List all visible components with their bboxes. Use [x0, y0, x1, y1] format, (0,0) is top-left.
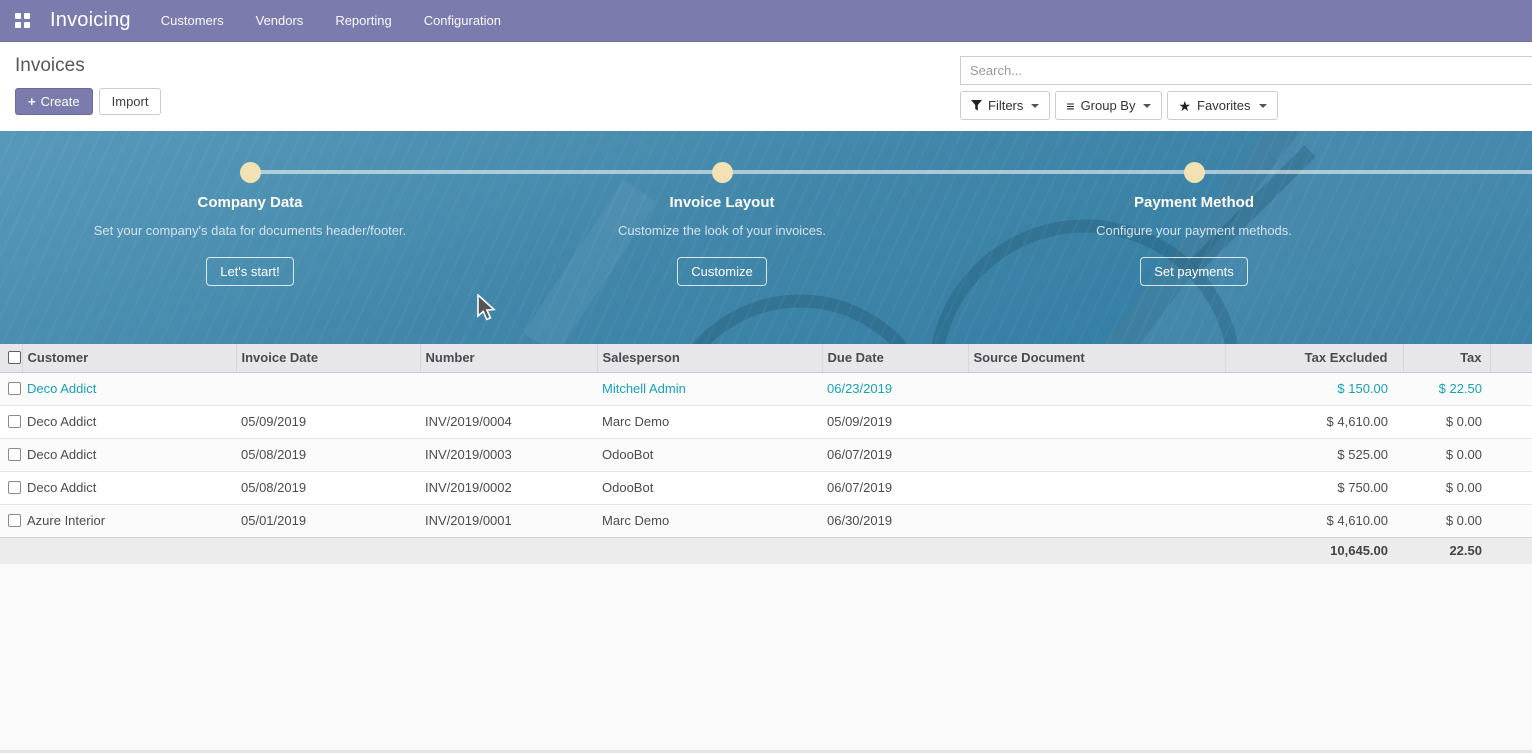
- lets-start-button[interactable]: Let's start!: [206, 257, 294, 286]
- col-header-source-document[interactable]: Source Document: [968, 344, 1225, 372]
- step-title: Company Data: [80, 194, 420, 211]
- table-row[interactable]: Deco Addict Mitchell Admin 06/23/2019 $ …: [0, 372, 1532, 405]
- onboarding-step-invoice-layout: Invoice Layout Customize the look of you…: [552, 194, 892, 286]
- onboarding-step-company-data: Company Data Set your company's data for…: [80, 194, 420, 286]
- col-header-salesperson[interactable]: Salesperson: [597, 344, 822, 372]
- search-input[interactable]: [960, 56, 1532, 85]
- caret-down-icon: [1143, 104, 1151, 108]
- step-title: Invoice Layout: [552, 194, 892, 211]
- step-dot-company-data: [240, 162, 261, 183]
- top-navbar: Invoicing Customers Vendors Reporting Co…: [0, 0, 1532, 42]
- step-title: Payment Method: [1024, 194, 1364, 211]
- invoices-table: Customer Invoice Date Number Salesperson…: [0, 344, 1532, 564]
- menu-customers[interactable]: Customers: [145, 0, 240, 41]
- menu-configuration[interactable]: Configuration: [408, 0, 517, 41]
- row-checkbox[interactable]: [8, 514, 21, 527]
- col-header-number[interactable]: Number: [420, 344, 597, 372]
- filters-button[interactable]: Filters: [960, 91, 1050, 120]
- favorites-button[interactable]: ★ Favorites: [1167, 91, 1277, 120]
- row-checkbox[interactable]: [8, 382, 21, 395]
- onboarding-step-payment-method: Payment Method Configure your payment me…: [1024, 194, 1364, 286]
- funnel-icon: [971, 100, 982, 111]
- apps-grid-icon[interactable]: [15, 13, 30, 28]
- invoicing-app: Invoicing Customers Vendors Reporting Co…: [0, 0, 1532, 753]
- group-by-icon: ≡: [1066, 99, 1074, 113]
- col-header-spacer: [1490, 344, 1532, 372]
- step-description: Set your company's data for documents he…: [80, 221, 420, 240]
- onboarding-progress-line: [250, 170, 1532, 174]
- caret-down-icon: [1259, 104, 1267, 108]
- import-button[interactable]: Import: [99, 88, 162, 115]
- onboarding-banner: Company Data Set your company's data for…: [0, 131, 1532, 344]
- col-header-tax[interactable]: Tax: [1403, 344, 1490, 372]
- plus-icon: +: [28, 94, 36, 109]
- step-dot-invoice-layout: [712, 162, 733, 183]
- table-row[interactable]: Azure Interior05/01/2019 INV/2019/0001Ma…: [0, 504, 1532, 537]
- menu-reporting[interactable]: Reporting: [319, 0, 407, 41]
- caret-down-icon: [1031, 104, 1039, 108]
- step-dot-payment-method: [1184, 162, 1205, 183]
- table-header-row: Customer Invoice Date Number Salesperson…: [0, 344, 1532, 372]
- row-checkbox[interactable]: [8, 481, 21, 494]
- control-panel: Invoices +Create Import Filters ≡ Group …: [0, 42, 1532, 131]
- col-header-tax-excluded[interactable]: Tax Excluded: [1225, 344, 1403, 372]
- page-title: Invoices: [15, 55, 161, 77]
- app-brand[interactable]: Invoicing: [50, 9, 131, 32]
- navbar-menu: Customers Vendors Reporting Configuratio…: [145, 0, 517, 41]
- table-row[interactable]: Deco Addict05/08/2019 INV/2019/0002OdooB…: [0, 471, 1532, 504]
- col-header-invoice-date[interactable]: Invoice Date: [236, 344, 420, 372]
- set-payments-button[interactable]: Set payments: [1140, 257, 1248, 286]
- row-checkbox[interactable]: [8, 415, 21, 428]
- star-icon: ★: [1178, 99, 1191, 113]
- col-header-due-date[interactable]: Due Date: [822, 344, 968, 372]
- step-description: Configure your payment methods.: [1024, 221, 1364, 240]
- table-row[interactable]: Deco Addict05/09/2019 INV/2019/0004Marc …: [0, 405, 1532, 438]
- table-totals-row: 10,645.00 22.50: [0, 537, 1532, 564]
- select-all-checkbox[interactable]: [8, 351, 21, 364]
- step-description: Customize the look of your invoices.: [552, 221, 892, 240]
- menu-vendors[interactable]: Vendors: [240, 0, 320, 41]
- create-button[interactable]: +Create: [15, 88, 93, 115]
- total-tax-excluded: 10,645.00: [1225, 537, 1403, 564]
- table-row[interactable]: Deco Addict05/08/2019 INV/2019/0003OdooB…: [0, 438, 1532, 471]
- col-header-customer[interactable]: Customer: [22, 344, 236, 372]
- row-checkbox[interactable]: [8, 448, 21, 461]
- total-tax: 22.50: [1403, 537, 1490, 564]
- group-by-button[interactable]: ≡ Group By: [1055, 91, 1162, 120]
- customize-button[interactable]: Customize: [677, 257, 766, 286]
